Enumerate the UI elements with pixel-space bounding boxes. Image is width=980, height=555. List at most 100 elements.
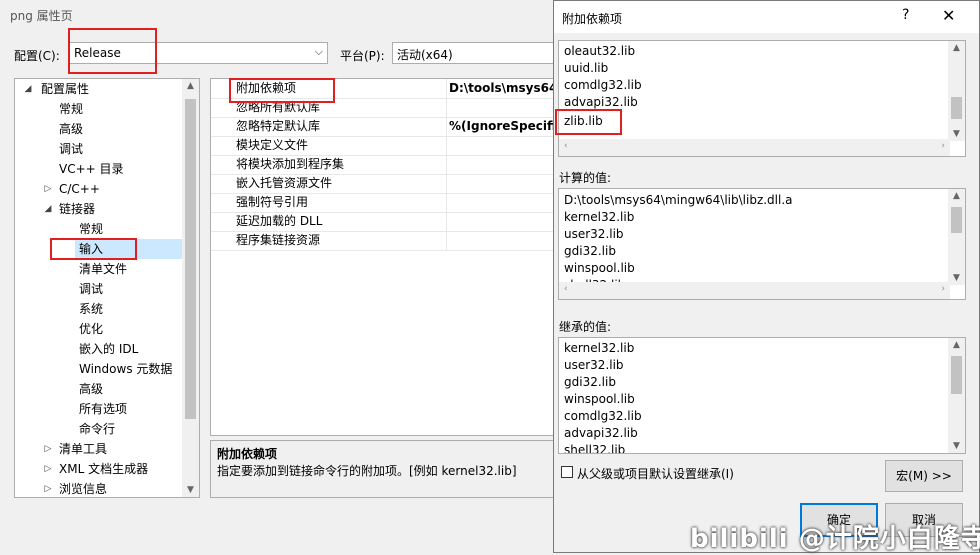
scroll-down-icon[interactable]: ▼ [182, 485, 199, 495]
dialog-title: 附加依赖项 [562, 12, 623, 26]
inherit-checkbox-label[interactable]: 从父级或项目默认设置继承(I) [577, 465, 734, 482]
scroll-left-icon[interactable]: ‹ [564, 284, 568, 294]
property-value[interactable]: %(IgnoreSpecific [449, 117, 559, 136]
scrollbar-thumb[interactable] [185, 99, 196, 419]
property-name: 强制符号引用 [236, 195, 309, 209]
scroll-right-icon[interactable]: › [941, 284, 945, 294]
grid-row-delay-loaded-dlls[interactable]: 延迟加载的 DLL [211, 212, 559, 232]
tree-item-label: 配置属性 [41, 82, 90, 96]
scrollbar-thumb[interactable] [951, 97, 962, 119]
close-icon[interactable]: ✕ [942, 6, 955, 25]
grid-row-assembly-link-resource[interactable]: 程序集链接资源 [211, 231, 559, 251]
help-icon[interactable]: ? [902, 7, 909, 23]
chevron-down-icon: ⌵ [314, 45, 323, 58]
scroll-up-icon[interactable]: ▲ [948, 43, 965, 53]
inherited-vscrollbar[interactable]: ▲ ▼ [948, 338, 965, 453]
highlight-box-additional-deps [229, 78, 335, 103]
scrollbar-thumb[interactable] [951, 356, 962, 394]
highlight-box-input [50, 238, 137, 260]
platform-dropdown[interactable]: 活动(x64) [392, 42, 562, 64]
edit-vscrollbar[interactable]: ▲ ▼ [948, 41, 965, 141]
tree-item-label: 高级 [79, 382, 104, 396]
scroll-down-icon[interactable]: ▼ [948, 129, 965, 139]
collapse-icon[interactable]: ◢ [41, 199, 55, 219]
inherited-values-list: kernel32.lib user32.lib gdi32.lib winspo… [558, 337, 966, 454]
grid-row-add-module-to-assembly[interactable]: 将模块添加到程序集 [211, 155, 559, 175]
tree-item-label: Windows 元数据 [79, 362, 173, 376]
computed-value-line: gdi32.lib [564, 244, 616, 258]
property-grid: 附加依赖项 D:\tools\msys64 忽略所有默认库 忽略特定默认库 %(Ig… [210, 78, 560, 436]
tree-item-linker[interactable]: ◢ 链接器 [41, 199, 181, 219]
computed-hscrollbar[interactable]: ‹ › [559, 282, 950, 299]
grid-row-force-symbol-references[interactable]: 强制符号引用 [211, 193, 559, 213]
tree-item-label: 链接器 [59, 202, 96, 216]
property-name: 延迟加载的 DLL [236, 214, 323, 228]
inherited-value-line: shell32.lib [564, 443, 626, 454]
tree-item-label: 清单工具 [59, 442, 108, 456]
platform-label: 平台(P): [340, 49, 385, 63]
dependencies-edit-box[interactable]: oleaut32.lib uuid.lib comdlg32.lib advap… [558, 40, 966, 157]
expand-icon[interactable]: ▷ [41, 479, 55, 497]
expand-icon[interactable]: ▷ [41, 459, 55, 479]
edit-line[interactable]: uuid.lib [564, 60, 608, 77]
tree-item-label: 调试 [79, 282, 104, 296]
tree-item-config-props[interactable]: ◢ 配置属性 [21, 79, 181, 99]
tree-item-label: 所有选项 [79, 402, 128, 416]
tree-item-label: 常规 [79, 222, 104, 236]
scroll-up-icon[interactable]: ▲ [948, 191, 965, 201]
additional-dependencies-dialog: 附加依赖项 ? ✕ oleaut32.lib uuid.lib comdlg32… [553, 0, 980, 553]
description-title: 附加依赖项 [217, 447, 278, 461]
edit-line[interactable]: comdlg32.lib [564, 77, 642, 94]
tree-item-label: 高级 [59, 122, 84, 136]
tree-item-label: XML 文档生成器 [59, 462, 149, 476]
scroll-up-icon[interactable]: ▲ [948, 340, 965, 350]
property-name: 将模块添加到程序集 [236, 157, 345, 171]
computed-values-label: 计算的值: [559, 171, 612, 185]
property-name: 忽略特定默认库 [236, 119, 321, 133]
macros-button[interactable]: 宏(M) >> [885, 460, 963, 492]
dialog-titlebar[interactable]: 附加依赖项 ? ✕ [554, 1, 979, 33]
expand-icon[interactable]: ▷ [41, 179, 55, 199]
expand-icon[interactable]: ▷ [41, 439, 55, 459]
inherited-value-line: kernel32.lib [564, 341, 635, 355]
scroll-left-icon[interactable]: ‹ [564, 141, 568, 151]
property-value[interactable]: D:\tools\msys64 [449, 79, 557, 98]
inherited-value-line: comdlg32.lib [564, 409, 642, 423]
tree-item-label: 命令行 [79, 422, 116, 436]
scroll-down-icon[interactable]: ▼ [948, 441, 965, 451]
property-description-panel: 附加依赖项 指定要添加到链接命令行的附加项。[例如 kernel32.lib] [210, 440, 560, 498]
highlight-box-config [68, 28, 157, 74]
inherited-value-line: winspool.lib [564, 392, 635, 406]
grid-row-ignore-specific-default-libs[interactable]: 忽略特定默认库 %(IgnoreSpecific [211, 117, 559, 137]
tree-item-manifest-tool[interactable]: ▷ 清单工具 [41, 439, 181, 459]
tree-item-browse-info[interactable]: ▷ 浏览信息 [41, 479, 181, 497]
scroll-up-icon[interactable]: ▲ [182, 81, 199, 91]
inherited-value-line: user32.lib [564, 358, 624, 372]
scroll-right-icon[interactable]: › [941, 141, 945, 151]
grid-row-module-definition-file[interactable]: 模块定义文件 [211, 136, 559, 156]
highlight-box-zlib [555, 109, 622, 135]
tree-item-label: C/C++ [59, 182, 100, 196]
description-text: 指定要添加到链接命令行的附加项。[例如 kernel32.lib] [217, 464, 517, 478]
scrollbar-thumb[interactable] [951, 207, 962, 233]
tree-item-xml-doc-generator[interactable]: ▷ XML 文档生成器 [41, 459, 181, 479]
property-name: 模块定义文件 [236, 138, 309, 152]
edit-line[interactable]: oleaut32.lib [564, 43, 635, 60]
edit-hscrollbar[interactable]: ‹ › [559, 139, 950, 156]
property-name: 程序集链接资源 [236, 233, 321, 247]
platform-dropdown-value: 活动(x64) [397, 48, 453, 62]
tree-item-label: VC++ 目录 [59, 162, 124, 176]
collapse-icon[interactable]: ◢ [21, 79, 35, 99]
computed-vscrollbar[interactable]: ▲ ▼ [948, 189, 965, 285]
tree-item-c-cpp[interactable]: ▷ C/C++ [41, 179, 181, 199]
tree-scrollbar[interactable]: ▲ ▼ [182, 79, 199, 497]
computed-value-line: D:\tools\msys64\mingw64\lib\libz.dll.a [564, 193, 793, 207]
grid-row-embed-managed-resource[interactable]: 嵌入托管资源文件 [211, 174, 559, 194]
scroll-down-icon[interactable]: ▼ [948, 273, 965, 283]
tree-item-label: 清单文件 [79, 262, 128, 276]
window-title: png 属性页 [10, 9, 73, 23]
tree-item-label: 嵌入的 IDL [79, 342, 139, 356]
property-name: 嵌入托管资源文件 [236, 176, 333, 190]
inherit-checkbox[interactable] [561, 466, 573, 478]
computed-values-list: D:\tools\msys64\mingw64\lib\libz.dll.a k… [558, 188, 966, 300]
